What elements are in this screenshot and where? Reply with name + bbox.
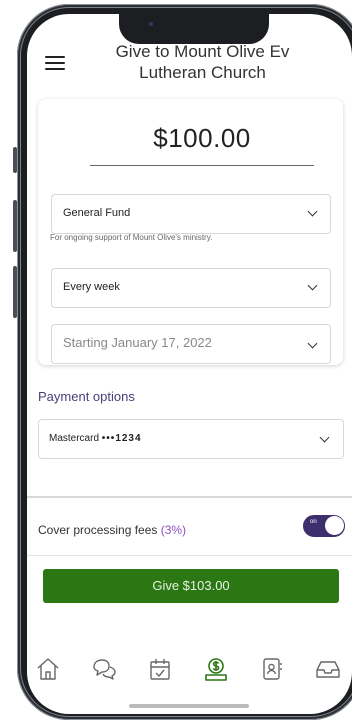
chat-bubbles-icon (93, 659, 116, 680)
home-indicator (129, 704, 249, 708)
tab-giving[interactable] (201, 654, 231, 684)
start-date-select[interactable]: Starting January 17, 2022 (51, 324, 331, 364)
contacts-icon (263, 658, 282, 680)
bottom-tab-bar (27, 650, 352, 700)
phone-screen: Give to Mount Olive Ev Lutheran Church $… (27, 14, 352, 714)
card-brand: Mastercard (49, 433, 100, 444)
inbox-tray-icon (316, 661, 340, 678)
fee-percent: (3%) (160, 523, 187, 537)
payment-method-select[interactable]: Mastercard •••1234 (38, 419, 344, 459)
fund-select-value: General Fund (63, 207, 131, 219)
chevron-down-icon (307, 280, 318, 291)
gift-details-card: $100.00 General Fund For ongoing support… (38, 99, 343, 365)
payment-method-value: Mastercard •••1234 (49, 433, 142, 444)
hamburger-menu-icon[interactable] (45, 56, 65, 70)
chevron-down-icon (307, 338, 318, 349)
front-camera-icon (149, 22, 153, 26)
section-divider (27, 496, 352, 498)
tab-directory[interactable] (257, 654, 287, 684)
card-last4: 1234 (115, 433, 142, 444)
give-button[interactable]: Give $103.00 (43, 569, 339, 603)
payment-options-title: Payment options (38, 389, 135, 404)
home-icon (37, 658, 59, 680)
giving-dollar-icon (205, 658, 227, 681)
fees-divider (27, 555, 352, 556)
cover-fees-text: Cover processing fees (38, 523, 158, 537)
start-date-value: Starting January 17, 2022 (63, 335, 212, 350)
frequency-select[interactable]: Every week (51, 268, 331, 308)
tab-messages[interactable] (89, 654, 119, 684)
tab-home[interactable] (33, 654, 63, 684)
tab-inbox[interactable] (313, 654, 343, 684)
frequency-select-value: Every week (63, 281, 120, 293)
gift-amount-input[interactable]: $100.00 (90, 123, 314, 154)
cover-fees-label: Cover processing fees (3%) (38, 523, 186, 537)
fund-select[interactable]: General Fund (51, 194, 331, 234)
page-title: Give to Mount Olive Ev Lutheran Church (115, 42, 290, 82)
chevron-down-icon (307, 206, 318, 217)
amount-underline (90, 165, 314, 166)
fund-description: For ongoing support of Mount Olive's min… (50, 233, 213, 242)
card-mask-dots: ••• (101, 433, 116, 444)
tab-events[interactable] (145, 654, 175, 684)
camera-notch (119, 14, 269, 44)
chevron-down-icon (319, 432, 330, 443)
toggle-knob (325, 516, 344, 535)
toggle-state-label: on (310, 519, 317, 525)
calendar-check-icon (150, 659, 170, 680)
cover-fees-toggle[interactable]: on (303, 515, 345, 537)
